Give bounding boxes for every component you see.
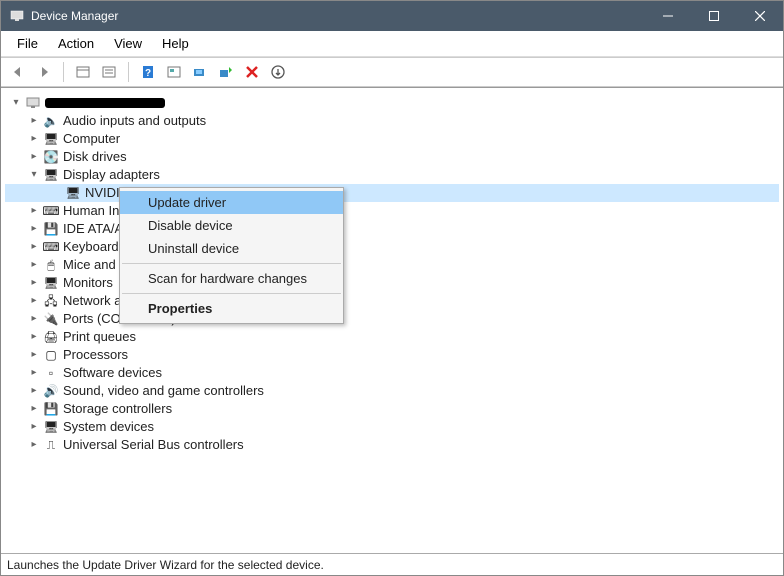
action-icon[interactable] xyxy=(163,61,185,83)
hid-icon: ⌨ xyxy=(43,203,59,219)
caret-down-icon[interactable]: ▾ xyxy=(9,96,23,110)
scan-hardware-icon[interactable] xyxy=(189,61,211,83)
menu-help[interactable]: Help xyxy=(152,34,199,53)
device-tree[interactable]: ▾ ▸ 🔈 Audio inputs and outputs ▸ 🖥 Compu… xyxy=(1,87,783,553)
caret-right-icon[interactable]: ▸ xyxy=(27,240,41,254)
context-separator xyxy=(122,293,341,294)
context-separator xyxy=(122,263,341,264)
ide-icon: 💾 xyxy=(43,221,59,237)
tree-label: Computer xyxy=(63,130,120,148)
window-title: Device Manager xyxy=(31,9,118,23)
audio-icon: 🔈 xyxy=(43,113,59,129)
titlebar: Device Manager xyxy=(1,1,783,31)
context-disable-device[interactable]: Disable device xyxy=(120,214,343,237)
tree-label: Sound, video and game controllers xyxy=(63,382,264,400)
maximize-button[interactable] xyxy=(691,1,737,31)
display-adapter-icon: 🖥 xyxy=(43,167,59,183)
caret-right-icon[interactable]: ▸ xyxy=(27,132,41,146)
caret-right-icon[interactable]: ▸ xyxy=(27,276,41,290)
help-icon[interactable]: ? xyxy=(137,61,159,83)
gpu-icon: 🖥 xyxy=(65,185,81,201)
keyboard-icon: ⌨ xyxy=(43,239,59,255)
software-icon: ▫ xyxy=(43,365,59,381)
caret-right-icon[interactable]: ▸ xyxy=(27,294,41,308)
caret-right-icon[interactable]: ▸ xyxy=(27,420,41,434)
caret-right-icon[interactable]: ▸ xyxy=(27,348,41,362)
ports-icon: 🔌 xyxy=(43,311,59,327)
tree-item-storage[interactable]: ▸ 💾 Storage controllers xyxy=(5,400,779,418)
caret-right-icon[interactable]: ▸ xyxy=(27,222,41,236)
caret-right-icon[interactable]: ▸ xyxy=(27,438,41,452)
caret-right-icon[interactable]: ▸ xyxy=(27,258,41,272)
tree-item-display-adapters[interactable]: ▾ 🖥 Display adapters xyxy=(5,166,779,184)
disk-icon: 💽 xyxy=(43,149,59,165)
uninstall-icon[interactable] xyxy=(241,61,263,83)
close-button[interactable] xyxy=(737,1,783,31)
tree-label: Print queues xyxy=(63,328,136,346)
caret-right-icon[interactable]: ▸ xyxy=(27,384,41,398)
caret-right-icon[interactable]: ▸ xyxy=(27,312,41,326)
sound-icon: 🔊 xyxy=(43,383,59,399)
tree-root[interactable]: ▾ xyxy=(5,94,779,112)
tree-label: Display adapters xyxy=(63,166,160,184)
menu-action[interactable]: Action xyxy=(48,34,104,53)
tree-item-processors[interactable]: ▸ ▢ Processors xyxy=(5,346,779,364)
computer-icon: 🖥 xyxy=(43,131,59,147)
properties-icon[interactable] xyxy=(98,61,120,83)
status-text: Launches the Update Driver Wizard for th… xyxy=(7,558,324,572)
system-icon: 🖥 xyxy=(43,419,59,435)
mouse-icon: 🖱 xyxy=(43,257,59,273)
context-menu: Update driver Disable device Uninstall d… xyxy=(119,187,344,324)
tree-item-disk[interactable]: ▸ 💽 Disk drives xyxy=(5,148,779,166)
menu-view[interactable]: View xyxy=(104,34,152,53)
back-button[interactable] xyxy=(7,61,29,83)
forward-button[interactable] xyxy=(33,61,55,83)
caret-right-icon[interactable]: ▸ xyxy=(27,114,41,128)
computer-icon xyxy=(25,95,41,111)
tree-label: Keyboards xyxy=(63,238,125,256)
tree-label: System devices xyxy=(63,418,154,436)
update-driver-icon[interactable] xyxy=(215,61,237,83)
statusbar: Launches the Update Driver Wizard for th… xyxy=(1,553,783,575)
tree-label: Monitors xyxy=(63,274,113,292)
caret-right-icon[interactable]: ▸ xyxy=(27,330,41,344)
caret-right-icon[interactable]: ▸ xyxy=(27,366,41,380)
context-scan-hardware[interactable]: Scan for hardware changes xyxy=(120,267,343,290)
menu-file[interactable]: File xyxy=(7,34,48,53)
context-properties[interactable]: Properties xyxy=(120,297,343,320)
caret-right-icon[interactable]: ▸ xyxy=(27,402,41,416)
minimize-button[interactable] xyxy=(645,1,691,31)
tree-item-usb[interactable]: ▸ ⎍ Universal Serial Bus controllers xyxy=(5,436,779,454)
caret-right-icon[interactable]: ▸ xyxy=(27,204,41,218)
context-update-driver[interactable]: Update driver xyxy=(120,191,343,214)
menubar: File Action View Help xyxy=(1,31,783,57)
enable-icon[interactable] xyxy=(267,61,289,83)
device-manager-icon xyxy=(9,8,25,24)
usb-icon: ⎍ xyxy=(43,437,59,453)
tree-label: Processors xyxy=(63,346,128,364)
cpu-icon: ▢ xyxy=(43,347,59,363)
storage-icon: 💾 xyxy=(43,401,59,417)
tree-label: Software devices xyxy=(63,364,162,382)
tree-item-sound[interactable]: ▸ 🔊 Sound, video and game controllers xyxy=(5,382,779,400)
context-uninstall-device[interactable]: Uninstall device xyxy=(120,237,343,260)
tree-item-print[interactable]: ▸ 🖨 Print queues xyxy=(5,328,779,346)
tree-item-audio[interactable]: ▸ 🔈 Audio inputs and outputs xyxy=(5,112,779,130)
network-icon: 🖧 xyxy=(43,293,59,309)
tree-label: Disk drives xyxy=(63,148,127,166)
caret-down-icon[interactable]: ▾ xyxy=(27,168,41,182)
caret-right-icon[interactable]: ▸ xyxy=(27,150,41,164)
svg-text:?: ? xyxy=(145,68,151,79)
monitor-icon: 🖥 xyxy=(43,275,59,291)
root-computer-label xyxy=(45,98,165,108)
tree-item-computer[interactable]: ▸ 🖥 Computer xyxy=(5,130,779,148)
tree-item-software[interactable]: ▸ ▫ Software devices xyxy=(5,364,779,382)
tree-label: Storage controllers xyxy=(63,400,172,418)
toolbar: ? xyxy=(1,57,783,87)
show-hide-tree-icon[interactable] xyxy=(72,61,94,83)
tree-item-system[interactable]: ▸ 🖥 System devices xyxy=(5,418,779,436)
tree-label: Audio inputs and outputs xyxy=(63,112,206,130)
tree-label: Universal Serial Bus controllers xyxy=(63,436,244,454)
printer-icon: 🖨 xyxy=(43,329,59,345)
